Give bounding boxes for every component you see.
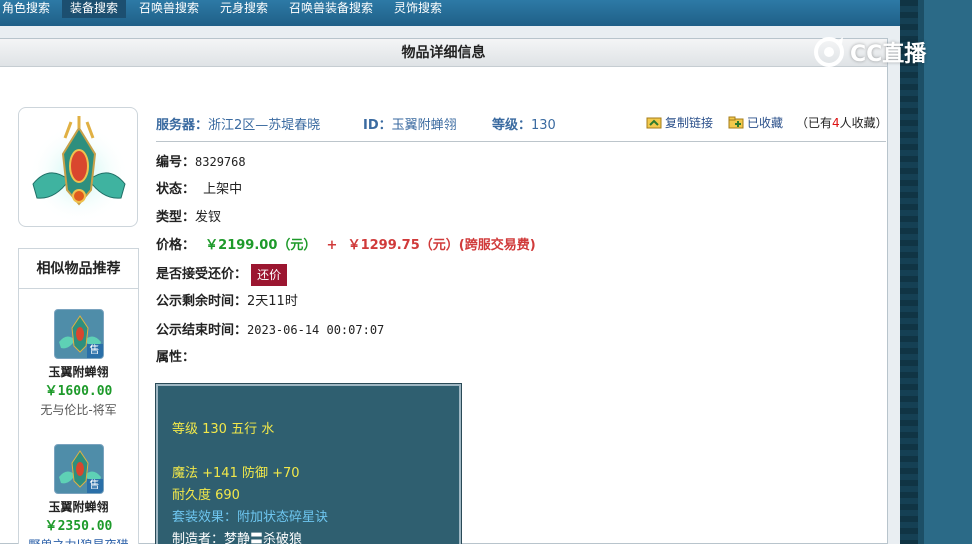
sale-badge: 售	[86, 479, 103, 493]
remaining-time-label: 公示剩余时间：	[156, 294, 248, 309]
watermark-text: CC直播	[850, 42, 927, 67]
copy-link-icon	[646, 117, 662, 129]
end-time-row: 公示结束时间：2023-06-14 00:07:07	[156, 319, 384, 341]
status-label: 状态：	[156, 182, 196, 197]
tab-role-search[interactable]: 角色搜索	[0, 0, 58, 18]
cross-server-fee: ￥1299.75（元）(跨服交易费)	[347, 238, 536, 253]
attr-set-effect: 套装效果：附加状态碎星诀	[172, 510, 329, 525]
favorited-label[interactable]: 已收藏	[747, 114, 783, 131]
fav-count-prefix: （已有	[796, 116, 833, 130]
id-value: 玉翼附蝉翎	[391, 118, 457, 133]
similar-item[interactable]: 售 玉翼附蝉翎 ￥1600.00 无与伦比-将军	[19, 309, 138, 418]
similar-item[interactable]: 售 玉翼附蝉翎 ￥2350.00 野兽之力|狼星夜猎	[19, 444, 138, 544]
tab-yuanshen-search[interactable]: 元身搜索	[212, 0, 276, 18]
copy-link-label[interactable]: 复制链接	[665, 114, 713, 131]
number-label: 编号：	[156, 155, 196, 170]
counter-offer-button[interactable]: 还价	[251, 264, 288, 286]
similar-item-server: 无与伦比-将军	[40, 403, 117, 417]
side-decoration	[900, 0, 972, 544]
similar-item-thumbnail[interactable]: 售	[53, 444, 104, 494]
type-label: 类型：	[156, 210, 196, 225]
attributes-row: 属性：	[156, 347, 195, 369]
hairpin-item-icon	[29, 116, 129, 222]
attributes-box: 等级 130 五行 水 魔法 +141 防御 +70 耐久度 690 套装效果：…	[155, 383, 462, 544]
tab-summon-search[interactable]: 召唤兽搜索	[131, 0, 207, 18]
top-nav: 角色搜索 装备搜索 召唤兽搜索 元身搜索 召唤兽装备搜索 灵饰搜索	[0, 0, 900, 26]
similar-items-box: 相似物品推荐 售 玉翼附蝉翎 ￥1600.00 无与伦比-将军 售 玉翼附蝉翎	[18, 248, 139, 544]
similar-item-price: ￥2350.00	[44, 519, 113, 534]
server-value: 浙江2区—苏堤春晓	[208, 118, 321, 133]
level-info: 等级：130	[492, 114, 556, 133]
item-id-info: ID：玉翼附蝉翎	[363, 114, 457, 133]
fav-count-suffix: 人收藏）	[839, 116, 888, 130]
counter-offer-label: 是否接受还价：	[156, 267, 248, 282]
attributes-label: 属性：	[156, 350, 196, 365]
similar-items-title: 相似物品推荐	[19, 249, 138, 289]
price-label: 价格：	[156, 238, 196, 253]
tab-ornament-search[interactable]: 灵饰搜索	[386, 0, 450, 18]
favorited-button[interactable]: 已收藏	[728, 114, 783, 131]
copy-link-button[interactable]: 复制链接	[646, 114, 713, 131]
similar-item-thumbnail[interactable]: 售	[53, 309, 104, 359]
remaining-time-value: 2天11时	[247, 294, 298, 309]
attr-level-element: 等级 130 五行 水	[172, 422, 275, 437]
fav-count-number: 4	[832, 116, 840, 130]
folder-add-icon	[728, 116, 744, 129]
end-time-value: 2023-06-14 00:07:07	[247, 323, 385, 337]
counter-offer-row: 是否接受还价： 还价	[156, 264, 288, 286]
level-value: 130	[531, 118, 556, 133]
item-info-header: 服务器：浙江2区—苏堤春晓 ID：玉翼附蝉翎 等级：130 复制链接 已收藏 （…	[156, 112, 888, 142]
similar-item-price: ￥1600.00	[44, 384, 113, 399]
attr-durability: 耐久度 690	[172, 488, 240, 503]
server-info: 服务器：浙江2区—苏堤春晓	[156, 114, 320, 133]
tab-equipment-search[interactable]: 装备搜索	[62, 0, 127, 18]
status-row: 状态： 上架中	[156, 179, 242, 201]
similar-item-name[interactable]: 玉翼附蝉翎	[19, 498, 138, 515]
cc-logo-icon	[814, 37, 844, 67]
similar-item-name[interactable]: 玉翼附蝉翎	[19, 363, 138, 380]
price-value: ￥2199.00（元）	[205, 238, 317, 253]
watermark: CC直播	[812, 34, 926, 70]
favorite-count: （已有4人收藏）	[796, 114, 888, 131]
id-label: ID：	[363, 118, 392, 133]
level-label: 等级：	[492, 118, 532, 133]
item-image	[18, 107, 138, 227]
status-value: 上架中	[203, 182, 243, 197]
type-row: 类型：发钗	[156, 207, 221, 229]
item-number-row: 编号：8329768	[156, 151, 246, 173]
attr-maker: 制造者：梦静〓杀破狼	[172, 532, 303, 544]
server-label: 服务器：	[156, 118, 209, 133]
sale-badge: 售	[86, 344, 103, 358]
similar-item-server: 野兽之力|狼星夜猎	[19, 536, 138, 544]
tab-summon-equipment-search[interactable]: 召唤兽装备搜索	[281, 0, 381, 18]
attr-magic-defense: 魔法 +141 防御 +70	[172, 466, 300, 481]
end-time-label: 公示结束时间：	[156, 323, 248, 338]
price-plus: +	[326, 238, 338, 253]
price-row: 价格： ￥2199.00（元） + ￥1299.75（元）(跨服交易费)	[156, 235, 536, 257]
type-value: 发钗	[195, 210, 222, 225]
number-value: 8329768	[195, 155, 246, 169]
remaining-time-row: 公示剩余时间：2天11时	[156, 291, 298, 313]
panel-title: 物品详细信息	[0, 39, 887, 67]
